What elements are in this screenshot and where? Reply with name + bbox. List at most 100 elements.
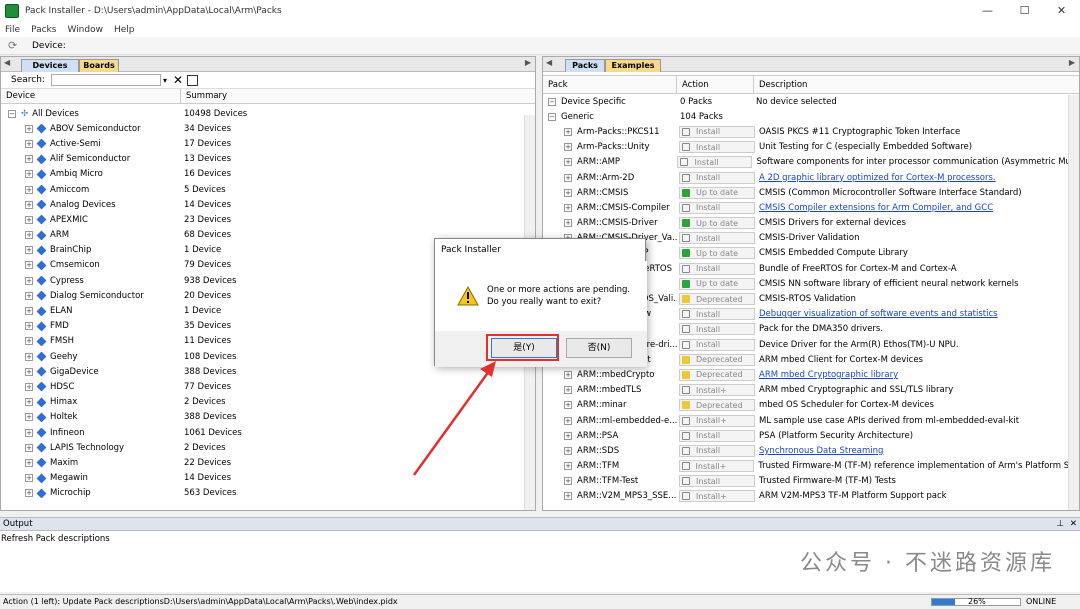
table-row[interactable]: + ARM::CMSIS-Compiler Install CMSIS Compile… — [543, 200, 1079, 215]
collapse-icon[interactable]: − — [548, 97, 556, 106]
action-button[interactable]: Up to date — [679, 217, 755, 230]
expand-icon[interactable]: + — [25, 231, 33, 240]
action-button[interactable]: Install — [679, 444, 755, 457]
expand-icon[interactable]: + — [564, 219, 572, 228]
action-button[interactable]: Install — [679, 125, 755, 138]
expand-icon[interactable]: + — [25, 322, 33, 331]
menu-file[interactable]: File — [5, 25, 20, 35]
list-item[interactable]: + Ambiq Micro 16 Devices — [1, 167, 535, 182]
pin-icon[interactable]: ⊥ — [1057, 518, 1064, 531]
action-button[interactable]: Install+ — [679, 490, 755, 503]
expand-icon[interactable]: + — [25, 458, 33, 467]
table-row[interactable]: + ARM::Arm-2D Install A 2D graphic library … — [543, 170, 1079, 185]
table-row[interactable]: + ARM::TFM-Test Install Trusted Firmware-M … — [543, 474, 1079, 489]
no-button[interactable]: 否(N) — [566, 338, 632, 358]
menu-window[interactable]: Window — [67, 25, 103, 35]
expand-icon[interactable]: + — [25, 276, 33, 285]
table-row[interactable]: + ARM::AMP Install Software components for … — [543, 155, 1079, 170]
tree-root[interactable]: − ✣ All Devices 10498 Devices — [1, 106, 535, 121]
description-link[interactable]: Synchronous Data Streaming — [757, 446, 883, 456]
col-device[interactable]: Device — [1, 89, 181, 103]
menu-packs[interactable]: Packs — [31, 25, 56, 35]
expand-icon[interactable]: + — [25, 185, 33, 194]
action-button[interactable]: Deprecated — [679, 293, 755, 306]
expand-icon[interactable]: + — [25, 261, 33, 270]
table-row[interactable]: + ARM::SDS Install Synchronous Data Streami… — [543, 443, 1079, 458]
description-link[interactable]: Debugger visualization of software event… — [757, 309, 998, 319]
expand-icon[interactable]: + — [564, 188, 572, 197]
expand-icon[interactable]: + — [25, 246, 33, 255]
action-button[interactable]: Install — [679, 262, 755, 275]
action-button[interactable]: Deprecated — [679, 399, 755, 412]
action-button[interactable]: Install — [679, 475, 755, 488]
tab-scroll-right-icon[interactable]: ▶ — [525, 58, 531, 67]
col-pack[interactable]: Pack — [543, 76, 677, 93]
expand-icon[interactable]: + — [564, 127, 572, 136]
action-button[interactable]: Install — [677, 156, 753, 169]
action-button[interactable]: Deprecated — [679, 368, 755, 381]
list-item[interactable]: + ABOV Semiconductor 34 Devices — [1, 121, 535, 136]
table-row[interactable]: + ARM::CMSIS Up to date CMSIS (Common Micro… — [543, 185, 1079, 200]
refresh-icon[interactable]: ⟳ — [8, 39, 20, 52]
action-button[interactable]: Install+ — [679, 414, 755, 427]
minimize-button[interactable]: — — [969, 0, 1006, 22]
description-link[interactable]: A 2D graphic library optimized for Corte… — [757, 173, 996, 183]
expand-icon[interactable]: + — [25, 291, 33, 300]
expand-icon[interactable]: + — [25, 398, 33, 407]
close-button[interactable]: ✕ — [1043, 0, 1080, 22]
expand-icon[interactable]: + — [564, 462, 572, 471]
expand-icon[interactable]: + — [25, 382, 33, 391]
expand-icon[interactable]: + — [564, 386, 572, 395]
menu-help[interactable]: Help — [114, 25, 135, 35]
tab-scroll-left-icon[interactable]: ◀ — [4, 58, 10, 67]
col-description[interactable]: Description — [754, 76, 1079, 93]
list-item[interactable]: + Microchip 563 Devices — [1, 486, 535, 501]
action-button[interactable]: Deprecated — [679, 353, 755, 366]
action-button[interactable]: Install — [679, 232, 755, 245]
tab-scroll-left-icon[interactable]: ◀ — [546, 58, 552, 67]
table-row[interactable]: + ARM::ml-embedded-e... Install+ ML sample … — [543, 413, 1079, 428]
tab-devices[interactable]: Devices — [21, 59, 79, 72]
col-action[interactable]: Action — [677, 76, 754, 93]
list-item[interactable]: + Alif Semiconductor 13 Devices — [1, 152, 535, 167]
action-button[interactable]: Install — [679, 338, 755, 351]
list-item[interactable]: + Amiccom 5 Devices — [1, 182, 535, 197]
expand-icon[interactable]: + — [564, 477, 572, 486]
expand-icon[interactable]: + — [564, 370, 572, 379]
table-row[interactable]: + ARM::CMSIS-Driver Up to date CMSIS Driver… — [543, 216, 1079, 231]
pack-scrollbar[interactable] — [1068, 95, 1079, 510]
table-row[interactable]: + ARM::mbedTLS Install+ ARM mbed Cryptograp… — [543, 383, 1079, 398]
action-button[interactable]: Install — [679, 429, 755, 442]
list-item[interactable]: + APEXMIC 23 Devices — [1, 212, 535, 227]
expand-icon[interactable]: + — [564, 173, 572, 182]
expand-icon[interactable]: + — [564, 401, 572, 410]
table-row[interactable]: + ARM::V2M_MPS3_SSE... Install+ ARM V2M-MPS… — [543, 489, 1079, 504]
expand-icon[interactable]: + — [564, 446, 572, 455]
col-summary[interactable]: Summary — [181, 89, 535, 103]
tab-boards[interactable]: Boards — [79, 59, 119, 72]
expand-icon[interactable]: + — [25, 367, 33, 376]
maximize-button[interactable]: ☐ — [1006, 0, 1043, 22]
expand-icon[interactable]: + — [564, 203, 572, 212]
expand-icon[interactable]: + — [25, 489, 33, 498]
action-button[interactable]: Install+ — [678, 460, 755, 473]
action-button[interactable]: Install — [679, 201, 755, 214]
tab-packs[interactable]: Packs — [565, 59, 605, 72]
action-button[interactable]: Up to date — [679, 247, 755, 260]
search-dropdown-icon[interactable]: ▾ — [163, 76, 167, 85]
output-close-icon[interactable]: ✕ — [1070, 518, 1077, 531]
collapse-all-icon[interactable] — [187, 74, 199, 86]
table-row[interactable]: + ARM::minar Deprecated mbed OS Scheduler f… — [543, 398, 1079, 413]
group-row[interactable]: − Generic 104 Packs — [543, 109, 1079, 124]
expand-icon[interactable]: + — [25, 413, 33, 422]
action-button[interactable]: Install+ — [679, 384, 755, 397]
table-row[interactable]: + ARM::PSA Install PSA (Platform Security A… — [543, 428, 1079, 443]
table-row[interactable]: + ARM::TFM Install+ Trusted Firmware-M (TF-… — [543, 459, 1079, 474]
expand-icon[interactable]: + — [564, 143, 572, 152]
expand-icon[interactable]: + — [564, 158, 572, 167]
tab-scroll-right-icon[interactable]: ▶ — [1069, 58, 1075, 67]
description-link[interactable]: CMSIS Compiler extensions for Arm Compil… — [757, 203, 993, 213]
expand-icon[interactable]: + — [25, 337, 33, 346]
collapse-icon[interactable]: − — [548, 112, 556, 121]
expand-icon[interactable]: + — [25, 200, 33, 209]
